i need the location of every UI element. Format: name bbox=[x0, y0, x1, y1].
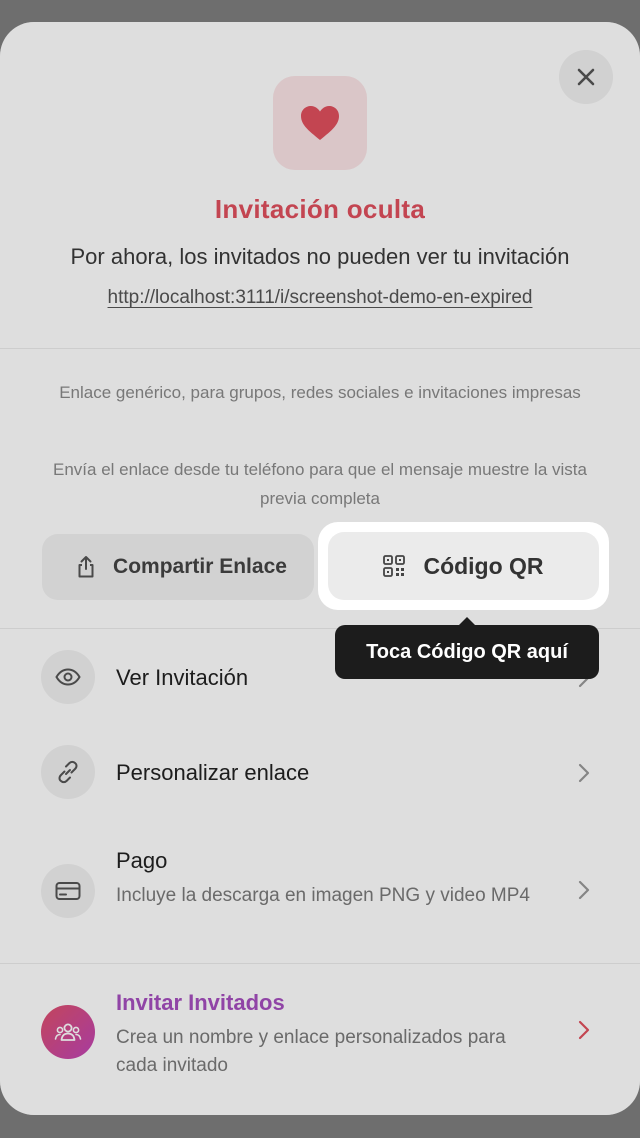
guests-icon bbox=[54, 1023, 82, 1041]
guests-icon-circle bbox=[41, 1005, 95, 1059]
share-link-button[interactable]: Compartir Enlace bbox=[42, 534, 314, 600]
eye-icon-circle bbox=[41, 650, 95, 704]
invitation-sheet: Invitación oculta Por ahora, los invitad… bbox=[0, 22, 640, 1115]
generic-link-note: Enlace genérico, para grupos, redes soci… bbox=[59, 383, 581, 402]
share-link-label: Compartir Enlace bbox=[113, 555, 287, 578]
hero-heart-badge bbox=[273, 76, 367, 170]
menu-item-label: Pago bbox=[116, 848, 168, 873]
menu-item-description: Incluye la descarga en imagen PNG y vide… bbox=[116, 885, 530, 906]
share-from-phone-note: Envía el enlace desde tu teléfono para q… bbox=[53, 460, 587, 508]
menu-item-label: Invitar Invitados bbox=[116, 990, 285, 1015]
divider bbox=[0, 348, 640, 349]
visibility-status-text: Por ahora, los invitados no pueden ver t… bbox=[70, 244, 570, 269]
link-icon-circle bbox=[41, 745, 95, 799]
menu-item-label: Personalizar enlace bbox=[116, 760, 310, 785]
card-icon-circle bbox=[41, 864, 95, 918]
divider bbox=[0, 963, 640, 964]
page-title: Invitación oculta bbox=[214, 194, 426, 224]
heart-icon bbox=[301, 106, 339, 140]
close-button[interactable] bbox=[559, 50, 613, 104]
qr-code-icon bbox=[383, 555, 406, 577]
menu-item-description: Crea un nombre y enlace personalizados p… bbox=[116, 1027, 506, 1076]
chevron-right-icon bbox=[578, 763, 590, 783]
close-icon bbox=[577, 68, 595, 86]
chevron-right-icon bbox=[578, 880, 590, 900]
tutorial-tooltip: Toca Código QR aquí bbox=[335, 617, 599, 679]
invitation-url-link[interactable]: http://localhost:3111/i/screenshot-demo-… bbox=[0, 287, 640, 309]
share-icon bbox=[66, 555, 106, 579]
credit-card-icon bbox=[55, 882, 81, 900]
eye-icon bbox=[55, 668, 81, 686]
qr-code-label: Código QR bbox=[423, 552, 544, 579]
chevron-right-icon bbox=[578, 1020, 590, 1040]
qr-spotlight: Código QR bbox=[318, 522, 609, 610]
link-icon bbox=[58, 760, 78, 784]
menu-item-label: Ver Invitación bbox=[116, 665, 249, 690]
qr-code-button[interactable]: Código QR bbox=[328, 532, 599, 600]
